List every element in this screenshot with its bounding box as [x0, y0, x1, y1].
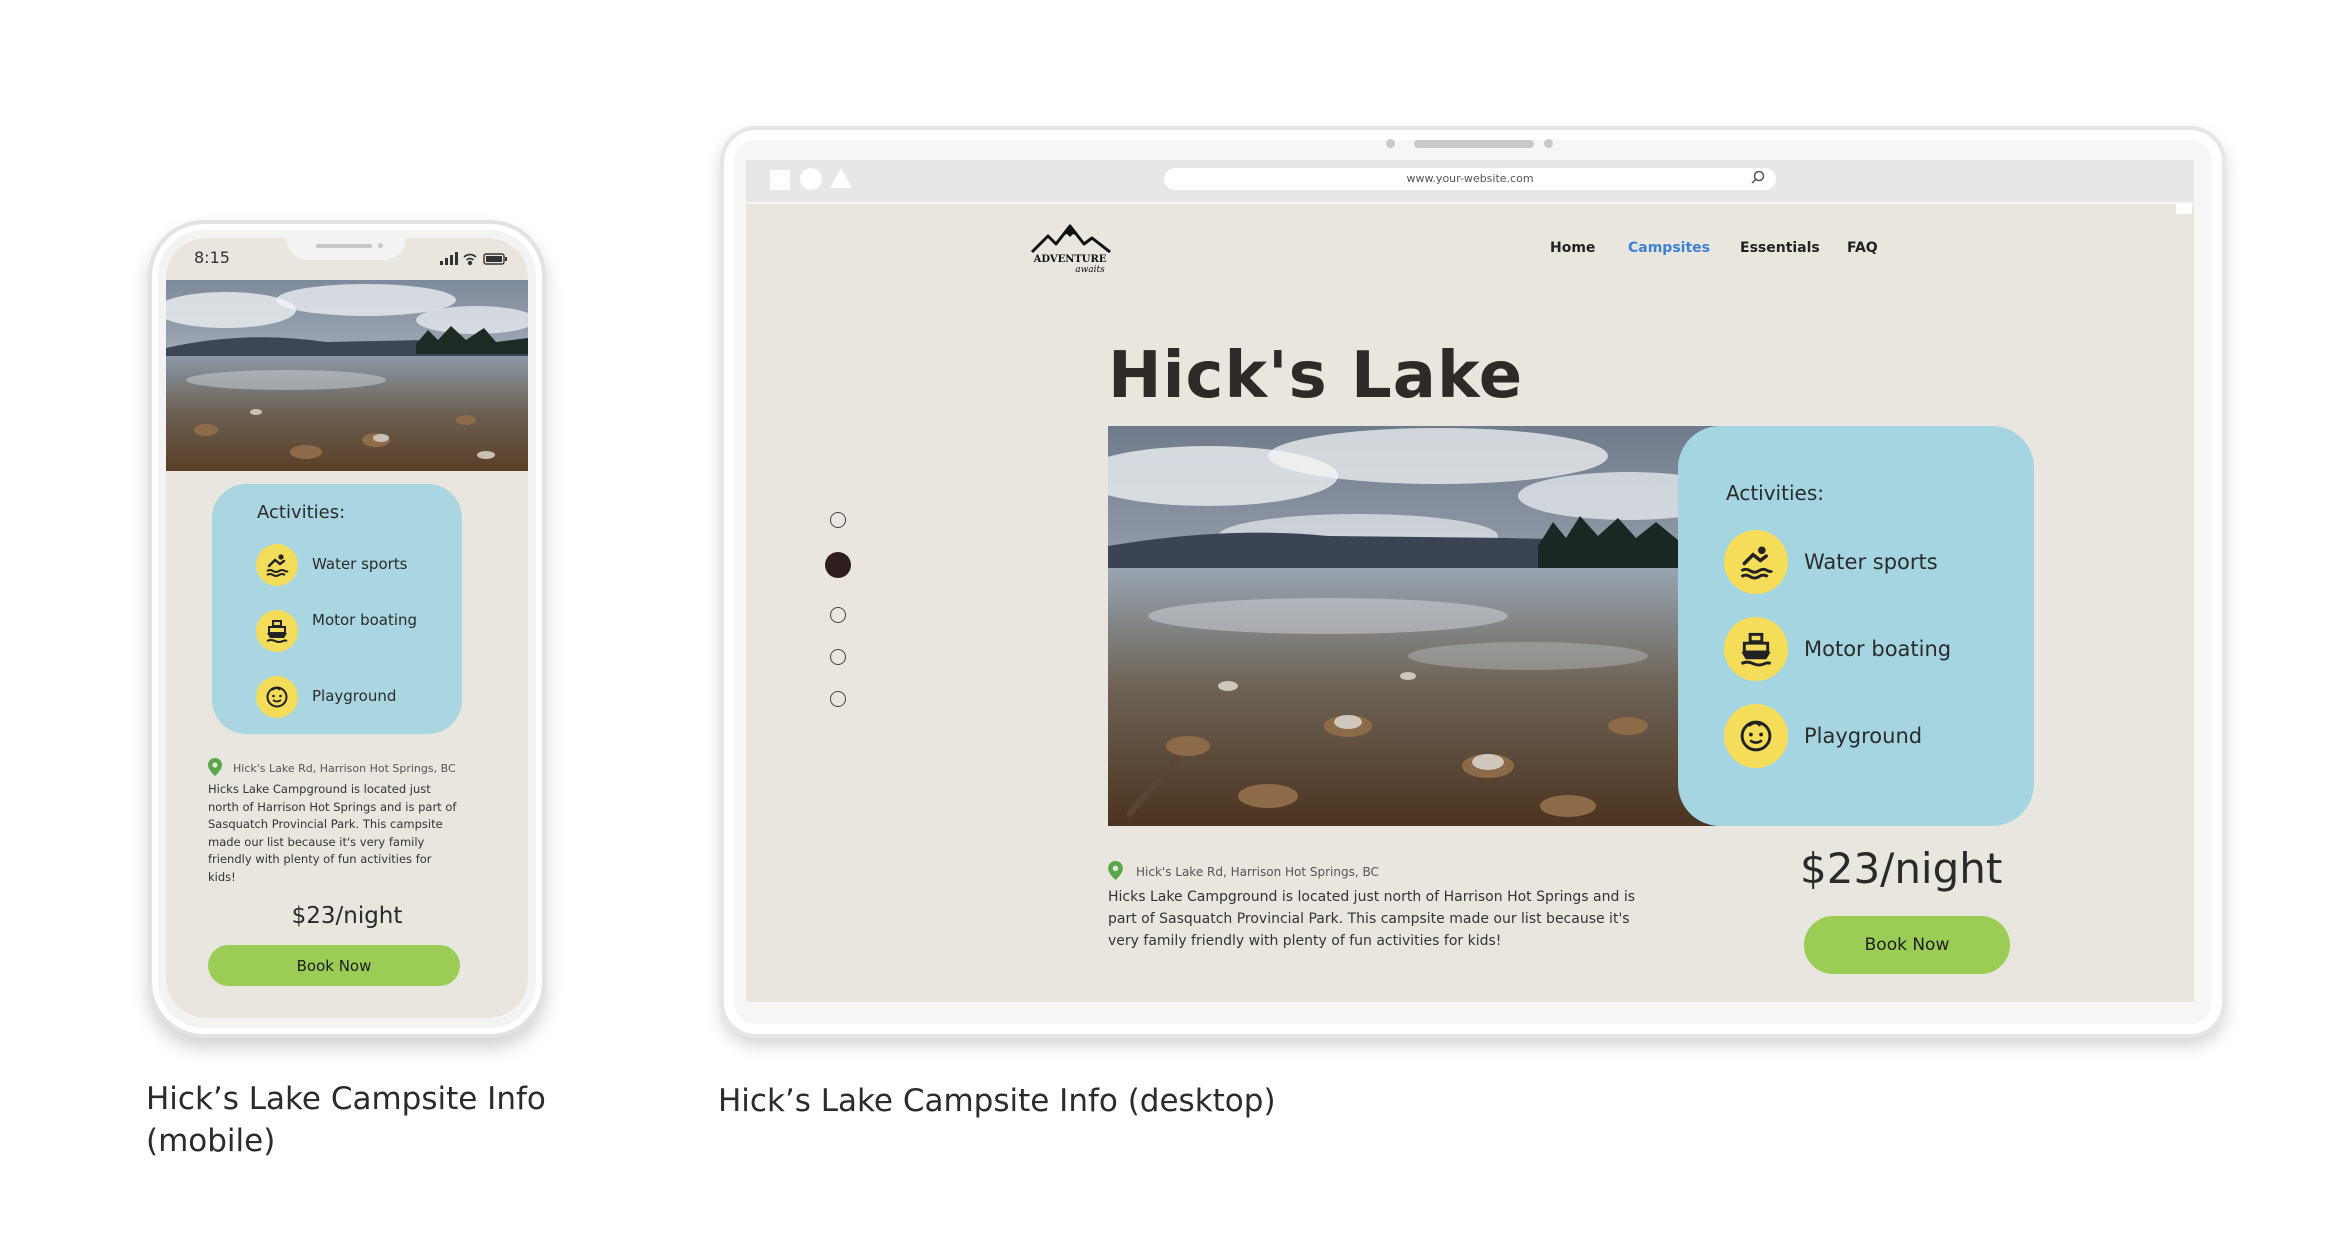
- activity-label: Playground: [1804, 724, 1923, 748]
- triangle-icon[interactable]: [830, 168, 852, 188]
- adventure-awaits-logo[interactable]: ADVENTURE awaits: [1026, 222, 1116, 278]
- activity-playground: Playground: [256, 676, 456, 720]
- activity-water-sports: Water sports: [1724, 530, 2024, 596]
- carousel-dot[interactable]: [830, 512, 846, 528]
- activity-motor-boating: Motor boating: [1724, 617, 2024, 683]
- mobile-screen: 8:15 Activities: Water sports Motor boat…: [166, 238, 528, 1018]
- search-icon[interactable]: [1750, 170, 1766, 186]
- url-bar[interactable]: www.your-website.com: [1164, 168, 1776, 190]
- activity-label: Water sports: [1804, 550, 1938, 574]
- campsite-price: $23/night: [1800, 844, 2003, 893]
- activity-label: Motor boating: [1804, 637, 1952, 661]
- nav-faq[interactable]: FAQ: [1847, 240, 1878, 256]
- phone-notch: [286, 238, 406, 260]
- book-now-button[interactable]: Book Now: [1804, 916, 2010, 974]
- campsite-description: Hicks Lake Campground is located just no…: [208, 782, 457, 884]
- carousel-dot[interactable]: [830, 607, 846, 623]
- campsite-description: Hicks Lake Campground is located just no…: [1108, 889, 1636, 949]
- activities-card: Activities: Water sports Motor boating P…: [1678, 426, 2034, 826]
- status-time: 8:15: [194, 248, 230, 267]
- battery-icon: [483, 253, 507, 265]
- swimmer-icon: [1724, 530, 1788, 594]
- activity-motor-boating: Motor boating: [256, 610, 456, 654]
- speaker-bar: [316, 244, 372, 248]
- location-pin-icon: [208, 758, 222, 776]
- campsite-address: Hick's Lake Rd, Harrison Hot Springs, BC: [1136, 865, 1379, 879]
- campsite-address: Hick's Lake Rd, Harrison Hot Springs, BC: [233, 762, 456, 775]
- lake-photo: [1108, 426, 1728, 826]
- desktop-site: ADVENTURE awaits Home Campsites Essentia…: [746, 204, 2194, 1002]
- boat-icon: [256, 610, 298, 652]
- activity-label: Playground: [312, 687, 397, 705]
- carousel-dot[interactable]: [830, 691, 846, 707]
- book-now-button[interactable]: Book Now: [208, 945, 460, 986]
- svg-text:ADVENTURE: ADVENTURE: [1033, 254, 1107, 265]
- scrollbar-stub[interactable]: [2176, 204, 2192, 214]
- camera-dot: [1386, 139, 1395, 148]
- circle-icon[interactable]: [800, 168, 822, 190]
- nav-home[interactable]: Home: [1550, 240, 1595, 256]
- nav-campsites[interactable]: Campsites: [1628, 240, 1710, 256]
- swimmer-icon: [256, 544, 298, 586]
- signal-icon: [440, 252, 458, 265]
- campsite-price: $23/night: [291, 903, 403, 929]
- nav-essentials[interactable]: Essentials: [1740, 240, 1820, 256]
- camera-dot: [378, 243, 383, 248]
- child-face-icon: [256, 676, 298, 718]
- activity-playground: Playground: [1724, 704, 2024, 770]
- lake-photo: [166, 280, 528, 471]
- activities-title: Activities:: [257, 502, 346, 523]
- wifi-icon: [463, 253, 477, 266]
- boat-icon: [1724, 617, 1788, 681]
- activity-label: Water sports: [312, 555, 408, 573]
- mobile-caption: Hick’s Lake Campsite Info (mobile): [146, 1081, 546, 1159]
- status-icons: [440, 252, 507, 266]
- svg-text:awaits: awaits: [1075, 265, 1105, 275]
- page-title: Hick's Lake: [1108, 339, 1524, 413]
- carousel-dot[interactable]: [830, 649, 846, 665]
- speaker-bar: [1414, 140, 1534, 148]
- sensor-dot: [1544, 139, 1553, 148]
- activities-title: Activities:: [1726, 481, 1824, 505]
- carousel-dot-active[interactable]: [825, 552, 851, 578]
- square-icon[interactable]: [770, 170, 790, 190]
- activities-card: Activities: Water sports Motor boating P…: [212, 484, 462, 734]
- child-face-icon: [1724, 704, 1788, 768]
- location-pin-icon: [1108, 861, 1123, 880]
- activity-water-sports: Water sports: [256, 544, 456, 588]
- desktop-caption: Hick’s Lake Campsite Info (desktop): [718, 1083, 1276, 1119]
- activity-label: Motor boating: [312, 611, 418, 629]
